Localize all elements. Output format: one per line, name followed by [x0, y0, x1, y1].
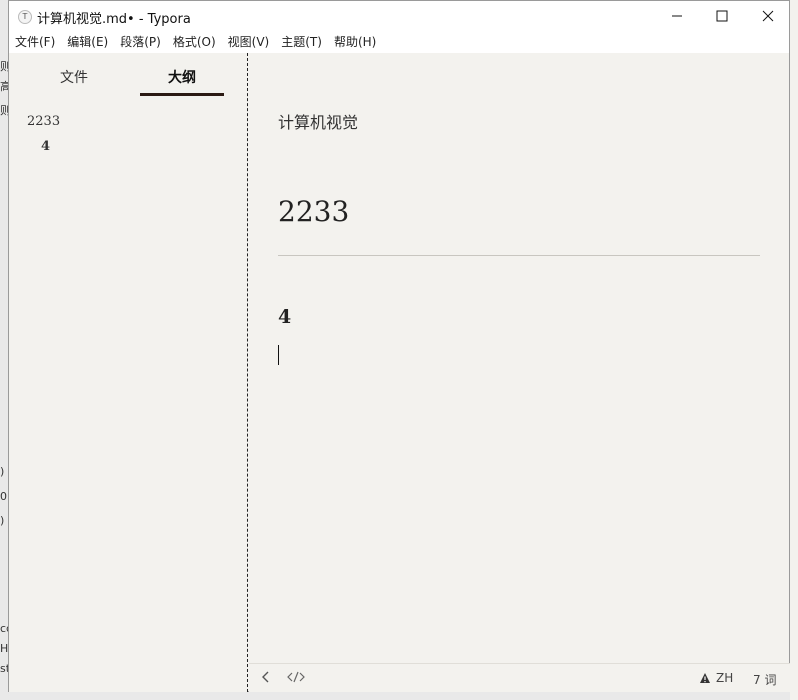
window-title: 计算机视觉.md• - Typora — [37, 12, 191, 27]
warning-icon[interactable] — [699, 672, 711, 688]
heading-divider — [278, 255, 760, 256]
close-icon — [762, 10, 774, 22]
sidebar: 文件 大纲 2233 4 — [9, 53, 248, 692]
background-text: ) — [0, 514, 5, 527]
menu-help[interactable]: 帮助(H) — [328, 31, 382, 53]
doc-paragraph[interactable]: 计算机视觉 — [278, 109, 358, 133]
menu-view[interactable]: 视图(V) — [222, 31, 276, 53]
background-window: 则 高 则 ) 0 ) cc H st — [0, 0, 12, 700]
active-tab-indicator — [140, 93, 224, 96]
text-caret — [278, 345, 279, 365]
maximize-icon — [716, 10, 728, 22]
tab-outline[interactable]: 大纲 — [140, 67, 224, 87]
menu-theme[interactable]: 主题(T) — [275, 31, 328, 53]
tab-files[interactable]: 文件 — [32, 67, 116, 87]
background-text: 0 — [0, 490, 7, 503]
window-bottom-edge — [8, 692, 790, 700]
status-bar: ZH 7 词 — [249, 663, 790, 692]
outline-item-h1[interactable]: 2233 — [27, 114, 60, 129]
maximize-button[interactable] — [699, 1, 745, 31]
title-bar[interactable]: T 计算机视觉.md• - Typora — [9, 1, 789, 31]
menu-bar: 文件(F) 编辑(E) 段落(P) 格式(O) 视图(V) 主题(T) 帮助(H… — [9, 31, 789, 53]
word-count[interactable]: 7 词 — [753, 671, 776, 688]
menu-format[interactable]: 格式(O) — [167, 31, 222, 53]
minimize-icon — [672, 15, 682, 17]
typora-app-icon: T — [18, 10, 32, 24]
background-text: ) — [0, 465, 5, 478]
doc-heading-1[interactable]: 2233 — [278, 195, 349, 228]
code-icon[interactable] — [287, 670, 305, 688]
doc-heading-4[interactable]: 4 — [278, 306, 291, 328]
minimize-button[interactable] — [654, 1, 700, 31]
menu-edit[interactable]: 编辑(E) — [61, 31, 114, 53]
menu-file[interactable]: 文件(F) — [9, 31, 61, 53]
close-button[interactable] — [745, 1, 791, 31]
typora-window: T 计算机视觉.md• - Typora 文件(F) 编辑(E) 段落(P) 格… — [8, 0, 790, 692]
menu-paragraph[interactable]: 段落(P) — [114, 31, 167, 53]
language-indicator[interactable]: ZH — [716, 671, 733, 685]
chevron-left-icon[interactable] — [261, 670, 271, 688]
editor-area[interactable]: 计算机视觉 2233 4 — [249, 53, 790, 663]
outline-item-h4[interactable]: 4 — [41, 139, 50, 154]
